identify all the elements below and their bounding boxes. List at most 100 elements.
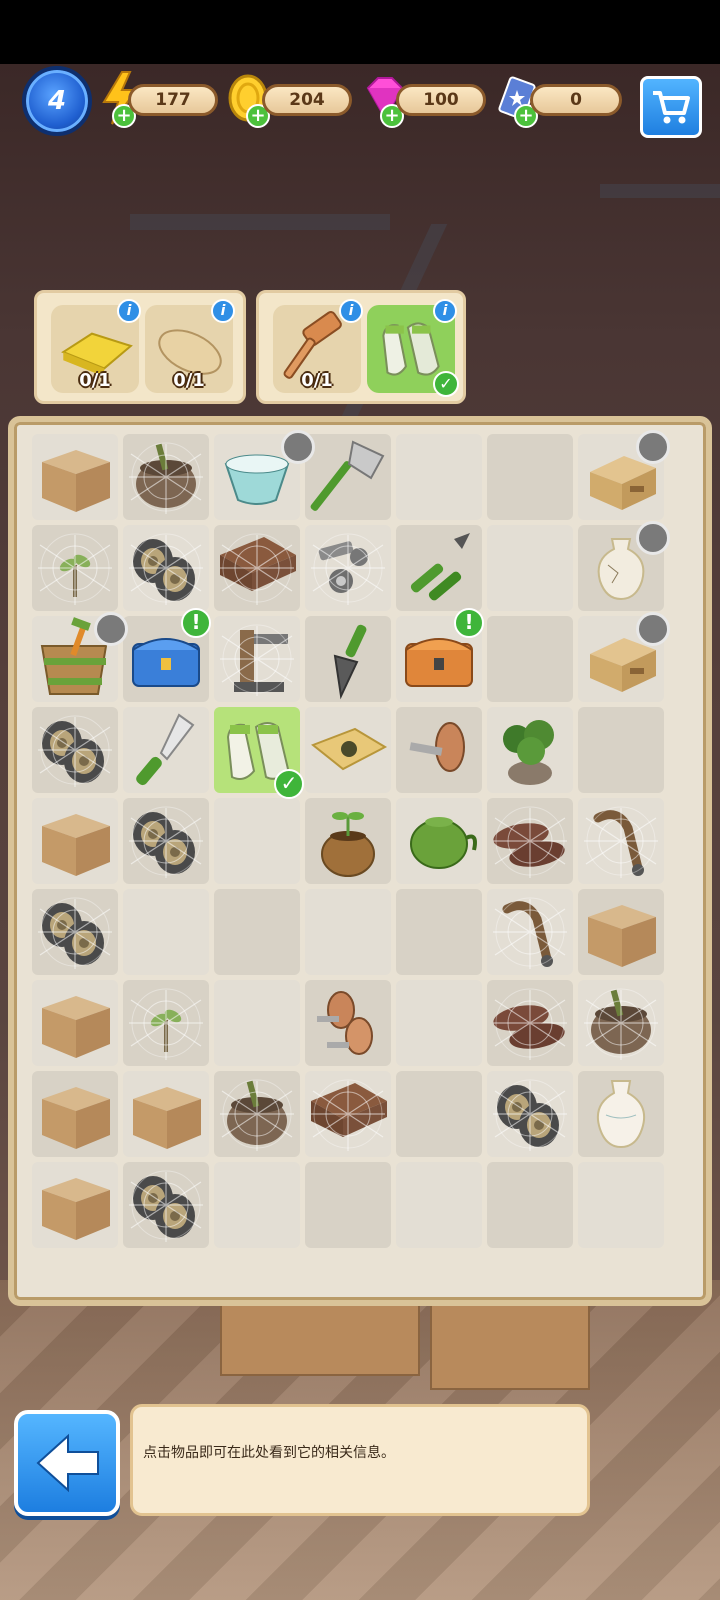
screw-plug-icon xyxy=(409,722,465,772)
order-count: 0/1 xyxy=(79,370,111,391)
info-icon[interactable]: i xyxy=(339,299,363,323)
item-info-panel: 点击物品即可在此处看到它的相关信息。 xyxy=(130,1404,590,1516)
board-cell[interactable] xyxy=(487,1071,573,1157)
shop-cart-button[interactable] xyxy=(640,76,702,138)
board-cell[interactable] xyxy=(487,798,573,884)
order-card-1[interactable]: i 0/1 i 0/1 xyxy=(34,290,246,404)
order-card-2[interactable]: i 0/1 i ✓ xyxy=(256,290,466,404)
board-cell[interactable] xyxy=(32,1162,118,1248)
board-cell[interactable] xyxy=(396,434,482,520)
board-cell[interactable] xyxy=(123,798,209,884)
cardboard-box-icon xyxy=(42,814,110,876)
board-cell[interactable] xyxy=(396,1162,482,1248)
board-cell[interactable] xyxy=(123,434,209,520)
pliers-icon xyxy=(410,533,470,601)
cobwebbed-pot-icon xyxy=(584,988,658,1060)
board-cell[interactable] xyxy=(578,1162,664,1248)
board-cell[interactable] xyxy=(487,616,573,702)
board-cell[interactable] xyxy=(123,707,209,793)
board-cell[interactable] xyxy=(578,980,664,1066)
board-cell[interactable] xyxy=(305,707,391,793)
board-cell[interactable] xyxy=(32,980,118,1066)
order-item-soap[interactable]: i 0/1 xyxy=(145,299,235,393)
info-icon[interactable]: i xyxy=(117,299,141,323)
energy-counter: 177 xyxy=(128,84,218,116)
check-icon: ✓ xyxy=(274,769,304,799)
board-cell[interactable] xyxy=(214,980,300,1066)
board-cell[interactable] xyxy=(396,798,482,884)
board-cell[interactable] xyxy=(123,980,209,1066)
energy-value: 177 xyxy=(155,90,191,110)
cobwebbed-tires-icon xyxy=(38,715,112,787)
order-count: 0/1 xyxy=(173,370,205,391)
board-cell[interactable] xyxy=(578,1071,664,1157)
board-cell[interactable] xyxy=(305,1162,391,1248)
board-cell[interactable] xyxy=(123,525,209,611)
board-cell[interactable] xyxy=(578,798,664,884)
board-cell[interactable] xyxy=(305,980,391,1066)
board-cell[interactable] xyxy=(214,525,300,611)
status-bar xyxy=(0,0,720,64)
arrow-left-icon xyxy=(36,1433,99,1493)
board-cell[interactable] xyxy=(32,434,118,520)
board-cell[interactable] xyxy=(487,980,573,1066)
board-cell[interactable] xyxy=(214,1071,300,1157)
cobwebbed-handle-icon xyxy=(584,806,658,878)
board-cell[interactable] xyxy=(214,889,300,975)
back-button[interactable] xyxy=(14,1410,120,1516)
board-cell[interactable] xyxy=(214,1162,300,1248)
board-cell[interactable] xyxy=(305,616,391,702)
board-cell[interactable] xyxy=(305,1071,391,1157)
board-cell[interactable] xyxy=(123,1071,209,1157)
cardboard-box-icon xyxy=(42,450,110,512)
board-cell[interactable] xyxy=(32,707,118,793)
cobwebbed-tires-icon xyxy=(129,806,203,878)
screw-plugs-icon xyxy=(317,991,373,1055)
board-cell[interactable] xyxy=(578,707,664,793)
order-item-sponge[interactable]: i 0/1 xyxy=(51,299,141,393)
board-cell[interactable] xyxy=(396,525,482,611)
board-cell[interactable] xyxy=(123,1162,209,1248)
seedling-pot-icon xyxy=(321,812,375,877)
board-cell[interactable] xyxy=(396,707,482,793)
board-cell[interactable] xyxy=(487,707,573,793)
board-cell[interactable] xyxy=(396,1071,482,1157)
info-icon[interactable]: i xyxy=(211,299,235,323)
order-item-gloves[interactable]: i ✓ xyxy=(367,299,459,397)
board-cell[interactable] xyxy=(487,434,573,520)
board-cell[interactable] xyxy=(214,798,300,884)
level-badge[interactable]: 4 xyxy=(22,66,92,136)
cobwebbed-tires-icon xyxy=(38,897,112,969)
board-cell[interactable] xyxy=(123,889,209,975)
board-cell[interactable] xyxy=(578,889,664,975)
timer-icon xyxy=(636,612,670,646)
gems-counter: 100 xyxy=(396,84,486,116)
cardboard-box-icon xyxy=(42,996,110,1058)
gems-value: 100 xyxy=(423,90,459,110)
board-cell[interactable] xyxy=(305,889,391,975)
board-cell[interactable] xyxy=(396,980,482,1066)
board-cell[interactable] xyxy=(214,616,300,702)
white-vase-icon xyxy=(596,1080,646,1149)
cobwebbed-tires-icon xyxy=(129,533,203,605)
cobwebbed-handle-icon xyxy=(493,897,567,969)
board-cell[interactable] xyxy=(32,889,118,975)
board-cell[interactable] xyxy=(32,1071,118,1157)
cobwebbed-shoes-icon xyxy=(493,806,567,878)
order-item-mallet[interactable]: i 0/1 xyxy=(273,299,363,393)
board-cell[interactable] xyxy=(305,434,391,520)
board-cell[interactable] xyxy=(487,1162,573,1248)
board-cell[interactable] xyxy=(487,889,573,975)
board-cell[interactable] xyxy=(396,889,482,975)
cobwebbed-shoes-icon xyxy=(493,988,567,1060)
board-cell[interactable] xyxy=(32,525,118,611)
board-cell[interactable] xyxy=(32,798,118,884)
merge-board: !! ✓ xyxy=(8,416,712,1306)
board-cell[interactable] xyxy=(305,798,391,884)
cobwebbed-tires-icon xyxy=(493,1079,567,1151)
level-number: 4 xyxy=(47,86,67,116)
board-cell[interactable] xyxy=(305,525,391,611)
cardboard-box-icon xyxy=(42,1178,110,1240)
info-icon[interactable]: i xyxy=(433,299,457,323)
board-cell[interactable] xyxy=(487,525,573,611)
